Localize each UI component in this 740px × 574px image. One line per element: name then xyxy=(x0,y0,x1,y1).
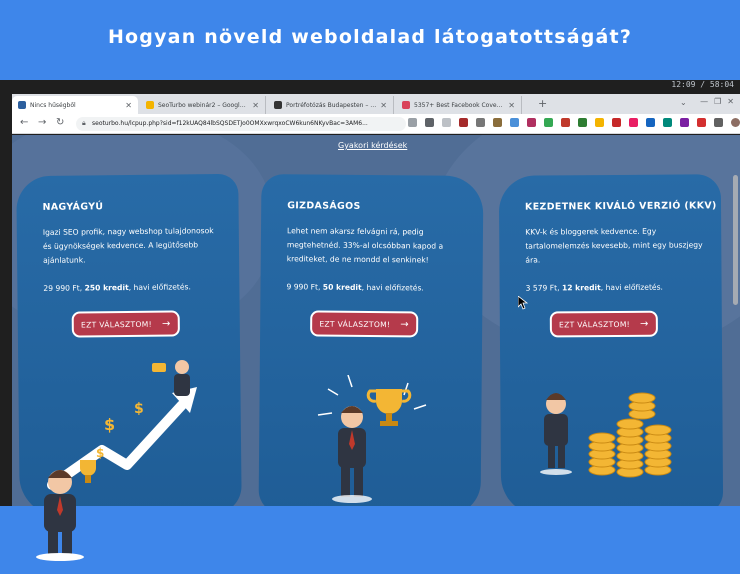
back-icon[interactable]: ← xyxy=(20,117,28,128)
page-scrollbar[interactable] xyxy=(733,175,738,305)
site-icon xyxy=(274,101,282,109)
trophy-businessman-illustration xyxy=(317,375,427,503)
lock-icon: 🔒︎ xyxy=(82,119,86,127)
extension-icon[interactable] xyxy=(544,118,553,127)
plan-description: KKV-k és bloggerek kedvence. Egy tartalo… xyxy=(525,226,703,265)
price-suffix: , havi előfizetés. xyxy=(600,282,663,293)
price-amount: 9 990 Ft xyxy=(286,282,319,292)
coins-businessman-illustration xyxy=(540,392,672,478)
plan-price: 3 579 Ft, 12 kredit, havi előfizetés. xyxy=(526,283,663,293)
extensions-bar: ⋮ xyxy=(408,118,740,127)
new-tab-button[interactable]: + xyxy=(538,97,547,110)
extension-icon[interactable] xyxy=(629,118,638,127)
price-suffix: , havi előfizetés. xyxy=(361,282,424,293)
price-suffix: , havi előfizetés. xyxy=(128,282,191,292)
cta-label: EZT VÁLASZTOM! xyxy=(319,319,391,329)
minimize-icon[interactable]: — xyxy=(700,97,708,106)
plan-price: 9 990 Ft, 50 kredit, havi előfizetés. xyxy=(286,282,423,292)
bottom-banner xyxy=(0,506,740,574)
price-credits: 250 kredit xyxy=(84,283,129,293)
extension-icon[interactable] xyxy=(646,118,655,127)
extension-icon[interactable] xyxy=(459,118,468,127)
cta-label: EZT VÁLASZTOM! xyxy=(558,319,631,329)
forward-icon[interactable]: → xyxy=(38,117,46,128)
svg-text:$: $ xyxy=(134,401,144,417)
window-controls: — ❐ ✕ xyxy=(700,97,734,106)
svg-text:$: $ xyxy=(104,415,115,434)
browser-tab-4[interactable]: 5357+ Best Facebook Cover Photos ✕ xyxy=(396,96,522,114)
browser-tab-1[interactable]: Nincs hűségből ✕ xyxy=(12,96,138,114)
svg-text:$: $ xyxy=(96,446,104,460)
price-amount: 3 579 Ft xyxy=(525,283,558,293)
tab-label: 5357+ Best Facebook Cover Photos xyxy=(414,101,505,109)
close-tab-icon[interactable]: ✕ xyxy=(380,101,387,110)
browser-tab-3[interactable]: Portréfotózás Budapesten – Portréfo ✕ xyxy=(268,96,394,114)
share-icon[interactable] xyxy=(408,118,417,127)
presenter-character xyxy=(36,470,84,561)
address-bar[interactable]: 🔒︎ seoturbo.hu/lcpup.php?sid=f12kUAQ84lb… xyxy=(76,117,406,131)
plan-description: Lehet nem akarsz felvágni rá, pedig megt… xyxy=(286,226,444,265)
maximize-icon[interactable]: ❐ xyxy=(714,97,721,106)
url-host: seoturbo.hu xyxy=(92,120,128,127)
plan-title: NAGYÁGYÚ xyxy=(42,201,104,213)
arrow-right-icon: → xyxy=(400,318,410,330)
tab-label: SeoTurbo webinár2 – Google Diák xyxy=(158,101,248,109)
extension-icon[interactable] xyxy=(697,118,706,127)
url-text[interactable]: seoturbo.hu/lcpup.php?sid=f12kUAQ84lbSQS… xyxy=(92,120,382,127)
extension-icon[interactable] xyxy=(561,118,570,127)
price-amount: 29 990 Ft xyxy=(43,283,80,293)
plan-price: 29 990 Ft, 250 kredit, havi előfizetés. xyxy=(43,282,191,293)
extension-icon[interactable] xyxy=(663,118,672,127)
extension-icon[interactable] xyxy=(476,118,485,127)
price-credits: 50 kredit xyxy=(322,282,362,292)
mouse-cursor-icon xyxy=(518,296,528,310)
site-icon xyxy=(402,101,410,109)
screen-recording: 12:09 / 58:04 Nincs hűségből ✕ SeoTurbo … xyxy=(0,80,740,506)
browser-tab-strip: Nincs hűségből ✕ SeoTurbo webinár2 – Goo… xyxy=(12,94,740,114)
close-tab-icon[interactable]: ✕ xyxy=(125,101,132,110)
choose-plan-button[interactable]: EZT VÁLASZTOM! → xyxy=(71,310,180,338)
close-tab-icon[interactable]: ✕ xyxy=(508,101,515,110)
faq-link[interactable]: Gyakori kérdések xyxy=(338,141,407,150)
extension-icon[interactable] xyxy=(510,118,519,127)
extension-icon[interactable] xyxy=(493,118,502,127)
choose-plan-button[interactable]: EZT VÁLASZTOM! → xyxy=(549,310,658,338)
extension-icon[interactable] xyxy=(578,118,587,127)
video-timestamp: 12:09 / 58:04 xyxy=(671,80,734,89)
plan-title: KEZDETNEK KIVÁLÓ VERZIÓ (KKV) xyxy=(524,200,717,213)
extension-icon[interactable] xyxy=(680,118,689,127)
banner-title: Hogyan növeld weboldalad látogatottságát… xyxy=(107,26,633,48)
browser-tab-2[interactable]: SeoTurbo webinár2 – Google Diák ✕ xyxy=(140,96,266,114)
tab-label: Nincs hűségből xyxy=(30,101,76,109)
tab-label: Portréfotózás Budapesten – Portréfo xyxy=(286,101,376,109)
browser-toolbar: ← → ↻ 🔒︎ seoturbo.hu/lcpup.php?sid=f12kU… xyxy=(12,114,740,134)
close-tab-icon[interactable]: ✕ xyxy=(252,101,259,110)
extension-icon[interactable] xyxy=(527,118,536,127)
extension-icon[interactable] xyxy=(595,118,604,127)
price-credits: 12 kredit xyxy=(561,283,601,293)
plan-title: GIZDASÁGOS xyxy=(287,200,361,212)
choose-plan-button[interactable]: EZT VÁLASZTOM! → xyxy=(310,310,419,338)
puzzle-icon[interactable] xyxy=(714,118,723,127)
cta-label: EZT VÁLASZTOM! xyxy=(80,319,152,330)
slides-icon xyxy=(146,101,154,109)
close-window-icon[interactable]: ✕ xyxy=(727,97,734,106)
avatar[interactable] xyxy=(731,118,740,127)
plan-description: Igazi SEO profik, nagy webshop tulajdono… xyxy=(42,226,214,265)
extension-icon[interactable] xyxy=(612,118,621,127)
arrow-right-icon: → xyxy=(639,318,649,330)
site-icon xyxy=(18,101,26,109)
reload-icon[interactable]: ↻ xyxy=(56,117,64,128)
bookmark-star-icon[interactable] xyxy=(425,118,434,127)
url-path: /lcpup.php?sid=f12kUAQ84lbSQSDETJo0OMXxw… xyxy=(128,120,368,127)
extension-icon[interactable] xyxy=(442,118,451,127)
top-banner: Hogyan növeld weboldalad látogatottságát… xyxy=(0,0,740,80)
tab-search-chevron-icon[interactable]: ⌄ xyxy=(680,98,687,107)
web-page: Gyakori kérdések NAGYÁGYÚ Igazi SEO prof… xyxy=(12,135,740,506)
arrow-right-icon: → xyxy=(161,318,171,330)
